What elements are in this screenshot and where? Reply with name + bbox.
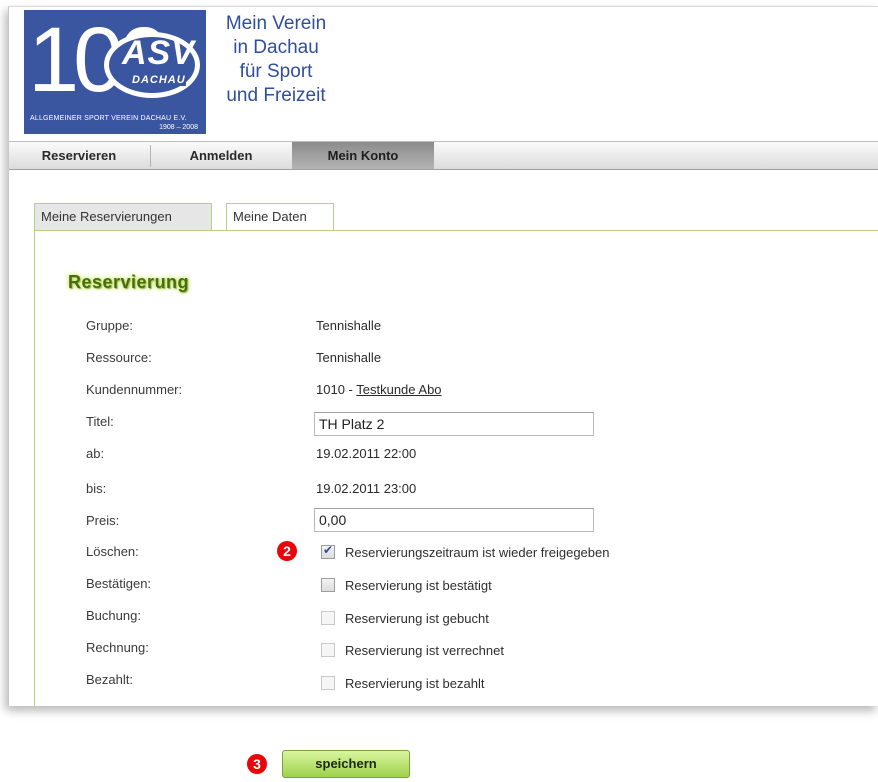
customer-link[interactable]: Testkunde Abo [356, 382, 441, 397]
label-buchung: Buchung: [86, 608, 141, 623]
slogan-line-1: Mein Verein [225, 13, 327, 34]
club-logo[interactable]: 100 ASV DACHAU ALLGEMEINER SPORT VEREIN … [24, 10, 206, 134]
logo-brand: ASV [122, 34, 195, 72]
label-loeschen: Löschen: [86, 544, 139, 559]
label-kundennummer: Kundennummer: [86, 382, 183, 397]
checkbox-bezahlt[interactable] [321, 676, 335, 690]
customer-separator: - [344, 382, 357, 397]
checkbox-buchung-label[interactable]: Reservierung ist gebucht [345, 611, 489, 626]
slogan: Mein Verein in Dachau für Sport und Frei… [210, 12, 342, 108]
value-ressource: Tennishalle [316, 350, 382, 365]
nav-item-reservieren[interactable]: Reservieren [9, 142, 149, 169]
checkbox-bestaetigen-label[interactable]: Reservierung ist bestätigt [345, 578, 492, 593]
label-bezahlt: Bezahlt: [86, 672, 133, 687]
customer-number: 1010 [316, 382, 345, 397]
label-ab: ab: [86, 446, 105, 461]
value-kundennummer: 1010 - Testkunde Abo [316, 382, 442, 397]
label-titel: Titel: [86, 414, 114, 429]
label-rechnung: Rechnung: [86, 640, 149, 655]
nav-item-mein-konto[interactable]: Mein Konto [292, 142, 434, 169]
content-panel [34, 230, 878, 706]
slogan-line-4: und Freizeit [226, 85, 326, 106]
label-bestaetigen: Bestätigen: [86, 576, 152, 591]
step-marker-3: 3 [247, 754, 267, 774]
tab-meine-reservierungen[interactable]: Meine Reservierungen [34, 203, 212, 231]
value-bis: 19.02.2011 23:00 [316, 481, 417, 496]
value-ab: 19.02.2011 22:00 [316, 446, 417, 461]
checkbox-bezahlt-label[interactable]: Reservierung ist bezahlt [345, 676, 484, 691]
label-ressource: Ressource: [86, 350, 152, 365]
checkbox-rechnung[interactable] [321, 643, 335, 657]
preis-field[interactable] [314, 508, 594, 532]
checkbox-bestaetigen[interactable] [321, 578, 335, 592]
logo-years: 1908 – 2008 [159, 124, 198, 131]
checkbox-loeschen[interactable] [321, 543, 335, 559]
save-button[interactable]: speichern [282, 750, 410, 778]
tab-meine-daten[interactable]: Meine Daten [226, 203, 334, 231]
main-nav: Reservieren Anmelden Mein Konto [9, 141, 878, 170]
checkbox-rechnung-label[interactable]: Reservierung ist verrechnet [345, 643, 504, 658]
titel-field[interactable] [314, 412, 594, 436]
step-marker-2: 2 [277, 541, 297, 561]
section-title: Reservierung [68, 272, 190, 292]
logo-caption: ALLGEMEINER SPORT VEREIN DACHAU E.V. [30, 115, 187, 122]
value-gruppe: Tennishalle [316, 318, 382, 333]
label-preis: Preis: [86, 513, 120, 528]
checkbox-loeschen-label[interactable]: Reservierungszeitraum ist wieder freigeg… [345, 545, 609, 560]
label-bis: bis: [86, 481, 107, 496]
slogan-line-2: in Dachau [233, 37, 319, 58]
slogan-line-3: für Sport [239, 61, 313, 82]
label-gruppe: Gruppe: [86, 318, 133, 333]
slogan-box: Mein Verein in Dachau für Sport und Frei… [206, 10, 342, 134]
checkbox-buchung[interactable] [321, 611, 335, 625]
logo-city: DACHAU [132, 74, 186, 86]
nav-item-anmelden[interactable]: Anmelden [151, 142, 291, 169]
